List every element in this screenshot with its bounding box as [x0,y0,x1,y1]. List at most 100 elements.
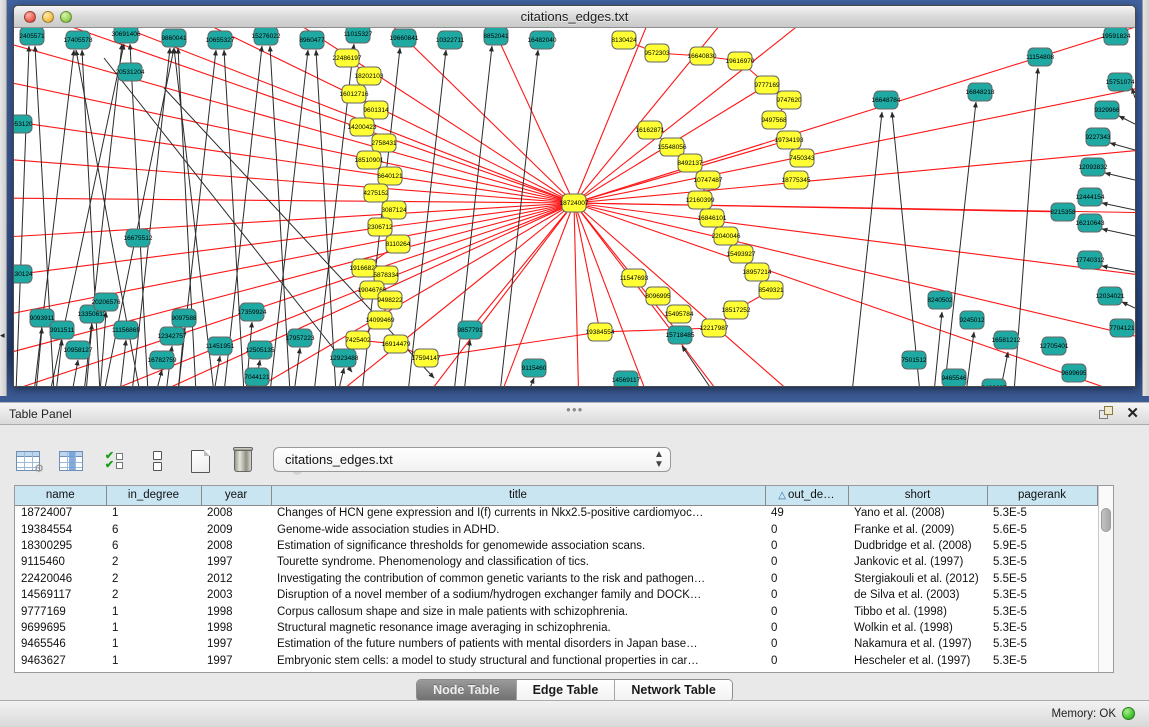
table-cell[interactable]: 22420046 [15,571,106,587]
table-row[interactable]: 911546021997Tourette syndrome. Phenomeno… [15,554,1097,570]
column-header-in_degree[interactable]: in_degree [106,486,201,505]
graph-node[interactable]: 19660841 [390,29,419,47]
table-cell[interactable]: Investigating the contribution of common… [271,571,765,587]
graph-edge[interactable] [892,112,920,386]
graph-node[interactable]: 8492137 [677,154,703,172]
table-cell[interactable]: 5.3E-5 [987,603,1097,619]
graph-node[interactable]: 22040046 [712,227,741,245]
close-panel-icon[interactable]: ✕ [1126,406,1139,421]
graph-node[interactable]: 17359924 [238,303,267,321]
graph-node[interactable]: 11156869 [112,321,140,339]
table-cell[interactable]: 1 [106,636,201,652]
float-panel-icon[interactable] [1099,406,1114,421]
table-cell[interactable]: Disruption of a novel member of a sodium… [271,587,765,603]
graph-node[interactable]: 8130424 [611,31,637,49]
graph-edge[interactable] [470,203,574,330]
graph-node[interactable]: 7450343 [789,149,815,167]
graph-node[interactable]: 11154808 [1026,48,1054,66]
graph-node[interactable]: 16675512 [124,229,153,247]
graph-node[interactable]: 18957214 [743,263,772,281]
table-cell[interactable]: de Silva et al. (2003) [848,587,987,603]
graph-node[interactable]: 16162871 [636,121,665,139]
tab-node-table[interactable]: Node Table [417,680,516,701]
table-cell[interactable]: Corpus callosum shape and size in male p… [271,603,765,619]
graph-node[interactable]: 17740312 [1076,251,1105,269]
graph-node[interactable]: 15493927 [727,245,756,263]
graph-edge[interactable] [528,378,534,386]
table-cell[interactable]: 0 [765,587,848,603]
table-cell[interactable]: 0 [765,571,848,587]
graph-edge[interactable] [224,46,262,386]
graph-node[interactable]: 10655327 [206,31,235,49]
graph-edge[interactable] [338,368,344,386]
citation-network-graph[interactable]: 1872400722486197182021031601271696013141… [14,28,1135,386]
graph-node[interactable]: 17957223 [286,329,315,347]
graph-node[interactable]: 9498222 [377,291,403,309]
table-cell[interactable]: 9115460 [15,554,106,570]
graph-node[interactable]: 9572303 [644,44,670,62]
graph-edge[interactable] [600,328,714,332]
graph-edge[interactable] [214,356,220,386]
graph-edge[interactable] [574,148,1135,203]
graph-node[interactable]: 16648784 [872,91,901,109]
graph-node[interactable]: 2758431 [371,134,397,152]
table-cell[interactable]: Franke et al. (2009) [848,521,987,537]
graph-node[interactable]: 7501512 [901,351,927,369]
memory-ok-led-icon[interactable] [1122,707,1135,720]
new-table-button[interactable] [186,447,214,475]
graph-edge[interactable] [574,203,579,386]
graph-node[interactable]: 10958127 [64,341,93,359]
table-scrollbar[interactable] [1098,486,1113,672]
table-cell[interactable]: Tibbo et al. (1998) [848,603,987,619]
table-cell[interactable]: 1997 [201,653,271,669]
tab-edge-table[interactable]: Edge Table [517,680,616,701]
graph-edge[interactable] [500,50,538,386]
unselect-all-columns-button[interactable] [143,447,171,475]
graph-node[interactable]: 6640121 [377,167,403,185]
graph-node[interactable]: 8549321 [758,281,784,299]
graph-node[interactable]: 15495784 [665,305,694,323]
graph-node[interactable]: 17405578 [64,31,93,49]
table-cell[interactable]: 5.9E-5 [987,538,1097,554]
graph-node[interactable]: 9747620 [776,91,802,109]
graph-node[interactable]: 9097588 [171,309,197,327]
graph-node[interactable]: 9830124 [14,265,33,283]
graph-node[interactable]: 8240502 [927,291,953,309]
graph-node[interactable]: 20531204 [116,63,145,81]
table-cell[interactable]: Estimation of significance thresholds fo… [271,538,765,554]
table-cell[interactable]: 5.3E-5 [987,653,1097,669]
graph-edge[interactable] [944,102,976,386]
table-cell[interactable]: 6 [106,521,201,537]
graph-edge[interactable] [574,203,1063,212]
graph-node[interactable]: 18775345 [782,171,811,189]
graph-edge[interactable] [574,203,1135,343]
table-cell[interactable]: Embryonic stem cells: a model to study s… [271,653,765,669]
graph-node[interactable]: 9497568 [761,111,787,129]
graph-edge[interactable] [14,118,574,203]
table-row[interactable]: 1456911722003Disruption of a novel membe… [15,587,1097,603]
node-table-grid[interactable]: namein_degreeyeartitle△out_de…shortpager… [15,486,1098,669]
tab-network-table[interactable]: Network Table [615,680,732,701]
network-window-titlebar[interactable]: citations_edges.txt [14,6,1135,28]
graph-edge[interactable] [574,203,654,386]
graph-node[interactable]: 18517252 [722,301,751,319]
graph-node[interactable]: 11547693 [620,269,649,287]
graph-node[interactable]: 8215358 [1050,203,1076,221]
table-cell[interactable]: 2 [106,554,201,570]
graph-node[interactable]: 8096995 [645,287,671,305]
table-cell[interactable]: 0 [765,636,848,652]
graph-node[interactable]: 14200423 [348,118,377,136]
table-row[interactable]: 969969511998Structural magnetic resonanc… [15,620,1097,636]
graph-edge[interactable] [56,340,62,386]
graph-node[interactable]: 19734193 [775,131,804,149]
graph-node[interactable]: 12923488 [330,349,359,367]
graph-node[interactable]: 17594147 [412,349,441,367]
graph-node[interactable]: 20206576 [92,293,121,311]
graph-node[interactable]: 9465546 [941,369,967,386]
table-cell[interactable]: Nakamura et al. (1997) [848,636,987,652]
graph-edge[interactable] [852,112,882,386]
table-cell[interactable]: 1997 [201,636,271,652]
graph-edge[interactable] [408,50,446,386]
table-settings-button[interactable]: ⚙ [14,447,42,475]
column-header-year[interactable]: year [201,486,271,505]
